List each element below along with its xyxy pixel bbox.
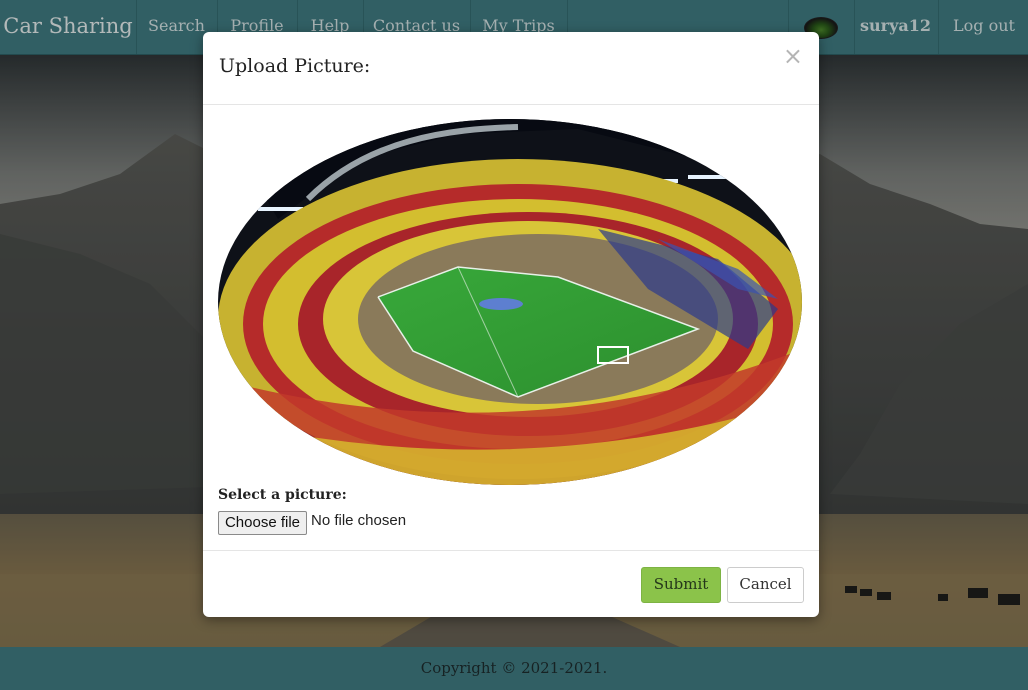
upload-picture-modal: Upload Picture: × Select a picture: Choo… <box>203 32 819 617</box>
close-icon[interactable]: × <box>783 43 803 69</box>
submit-button[interactable]: Submit <box>641 567 721 603</box>
cancel-button[interactable]: Cancel <box>727 567 804 603</box>
choose-file-button[interactable]: Choose file <box>218 511 307 535</box>
file-status-text: No file chosen <box>311 512 407 529</box>
modal-header: Upload Picture: × <box>203 32 819 105</box>
modal-footer: Submit Cancel <box>203 550 819 618</box>
select-picture-label: Select a picture: <box>218 487 347 503</box>
stadium-photo <box>218 119 803 485</box>
modal-title: Upload Picture: <box>219 55 371 77</box>
